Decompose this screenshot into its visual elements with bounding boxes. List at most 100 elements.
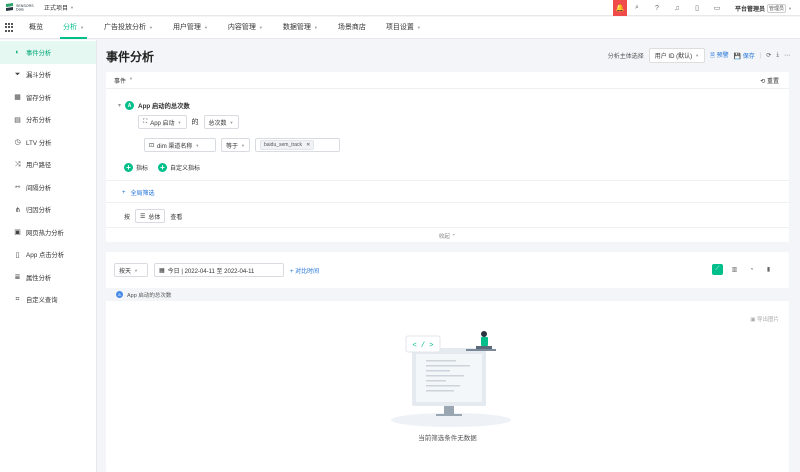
subject-label: 分析主体选择 [607,54,644,60]
divider: | [759,52,762,59]
sidebar-item-0[interactable]: ◐ 事件分析 [0,41,96,64]
collapse-button[interactable]: 收起 ⌃ [106,232,789,240]
user-name: 平台管理员 [735,6,766,13]
nav-item-label: 内容管理 [227,23,256,31]
sidebar-item-1[interactable]: ⏷ 漏斗分析 [0,64,96,87]
event-select[interactable]: ⛶ App 启动 ▼ [138,115,187,129]
add-metric-button[interactable]: + 指标 [124,163,148,172]
chart-type-switcher: ⟋ ▥ ◔ ▮ [712,264,774,275]
chevron-down-icon: ▼ [129,76,133,81]
project-name: 正式项目 [44,6,69,12]
help-icon[interactable]: ? [647,5,667,12]
add-custom-metric-button[interactable]: + 自定义指标 [158,163,200,172]
results-card: 按天 ▼ ▦ 今日 | 2022-04-11 至 2022-04-11 + 对比… [106,252,789,472]
alert-label: 预警 [716,53,729,59]
nav-item-6[interactable]: 场景商店 [331,17,373,39]
of-label: 的 [191,119,199,126]
add-custom-metric-label: 自定义指标 [170,166,201,172]
group-by-select[interactable]: ☰ 总体 [135,209,166,223]
divider [106,88,789,89]
bar-chart-icon[interactable]: ▥ [729,264,740,275]
attribution-icon: ⋔ [14,206,21,214]
chevron-down-icon: ▼ [241,142,245,148]
nav-item-4[interactable]: 内容管理 ▼ [221,17,270,39]
compare-time-button[interactable]: + 对比时间 [290,266,319,275]
mobile-icon[interactable]: ▯ [687,4,707,12]
sidebar-item-11[interactable]: ⌗ 自定义查询 [0,289,96,312]
top-bar: SENSORS Data 正式项目 ▼ 🔔 ⌕ ? ♫ ▯ ▭ 平台管理员 管理… [0,0,800,16]
filter-property-select[interactable]: ⊡ dim 渠道名称 ▼ [144,138,216,152]
sidebar-item-3[interactable]: ▤ 分布分析 [0,109,96,132]
line-chart-icon[interactable]: ⟋ [712,264,723,275]
notification-bell-icon[interactable]: 🔔 [613,0,627,16]
sidebar-item-label: 网页热力分析 [26,229,64,237]
search-icon[interactable]: ⌕ [627,4,647,12]
filter-operator-select[interactable]: 等于 ▼ [221,138,250,152]
chevron-down-icon: ▼ [70,5,74,10]
nav-item-5[interactable]: 数据管理 ▼ [276,17,325,39]
nav-item-label: 广告投放分析 [103,23,146,31]
pie-chart-icon[interactable]: ◔ [746,264,757,275]
sidebar-item-label: 归因分析 [26,207,52,215]
collapse-chevron-icon[interactable]: ▾ [118,102,121,109]
nav-item-7[interactable]: 项目设置 ▼ [379,17,428,39]
subject-select[interactable]: 用户 ID (默认) ▼ [648,48,706,63]
sidebar-item-label: 事件分析 [26,49,52,57]
chevron-down-icon: ▼ [148,24,153,30]
measure-select[interactable]: 总次数 ▼ [203,115,239,129]
sidebar-item-5[interactable]: ⤨ 用户路径 [0,154,96,177]
global-filter-button[interactable]: + 全局筛选 [122,188,155,198]
download-icon[interactable]: ⤓ [776,52,779,59]
refresh-icon[interactable]: ⟳ [766,52,771,59]
chevron-down-icon: ▼ [416,24,421,30]
retention-icon: ▦ [14,94,21,102]
filter-value-text: baidu_sem_track [263,142,303,148]
sidebar-item-6[interactable]: ⇿ 间隔分析 [0,176,96,199]
calendar-icon: ▦ [159,267,165,274]
global-filter-label: 全局筛选 [130,191,155,197]
add-row: + 指标 + 自定义指标 [124,163,200,172]
alert-button[interactable]: 🗎 预警 [710,50,729,61]
user-menu[interactable]: 平台管理员 管理员 ▼ [735,3,800,13]
sidebar-item-4[interactable]: ◷ LTV 分析 [0,131,96,154]
notification-icon[interactable]: ♫ [667,5,687,12]
export-image-button[interactable]: ▣ 导出图片 [750,315,779,323]
more-icon[interactable]: ⋯ [784,52,790,59]
nav-item-label: 概览 [29,23,43,31]
code-icon: < / > [412,342,433,350]
sidebar-item-label: 留存分析 [26,94,52,102]
event-type-icon: ⛶ [143,118,148,125]
user-role-badge: 管理员 [767,3,787,13]
ltv-icon: ◷ [14,139,21,147]
project-selector[interactable]: 正式项目 ▼ [44,3,74,12]
nav-item-1[interactable]: 分析 ▼ [56,17,91,39]
metric-name[interactable]: App 启动的总次数 [138,101,190,110]
monitor-icon[interactable]: ▭ [707,4,727,12]
filter-value-tag: baidu_sem_track ✕ [259,140,315,150]
date-range-picker[interactable]: ▦ 今日 | 2022-04-11 至 2022-04-11 [154,263,284,277]
date-range-value: 今日 | 2022-04-11 至 2022-04-11 [167,268,255,275]
granularity-select[interactable]: 按天 ▼ [114,263,148,277]
subject-value: 用户 ID (默认) [654,54,693,60]
divider [106,202,789,203]
chevron-up-icon: ⌃ [451,234,457,240]
sidebar-item-2[interactable]: ▦ 留存分析 [0,86,96,109]
sidebar-item-7[interactable]: ⋔ 归因分析 [0,199,96,222]
close-icon[interactable]: ✕ [306,142,310,148]
filter-value-input[interactable]: baidu_sem_track ✕ [254,138,340,152]
apps-grid-icon[interactable] [5,23,14,32]
nav-item-3[interactable]: 用户管理 ▼ [166,17,215,39]
save-button[interactable]: 💾 保存 [734,51,755,60]
event-analysis-icon: ◐ [15,48,20,56]
sidebar-item-8[interactable]: ▣ 网页热力分析 [0,221,96,244]
nav-item-2[interactable]: 广告投放分析 ▼ [97,17,160,39]
reset-button[interactable]: ⟲ 重置 [760,76,779,85]
nav-item-0[interactable]: 概览 [22,17,50,39]
sensors-logo-icon [6,3,13,11]
sidebar-item-9[interactable]: ▯ App 点击分析 [0,244,96,267]
sidebar-item-10[interactable]: ≣ 属性分析 [0,266,96,289]
column-chart-icon[interactable]: ▮ [763,264,774,275]
event-dropdown[interactable]: 事件 ▼ [114,76,133,85]
sidebar-item-label: 用户路径 [26,162,52,170]
granularity-value: 按天 [119,268,132,275]
